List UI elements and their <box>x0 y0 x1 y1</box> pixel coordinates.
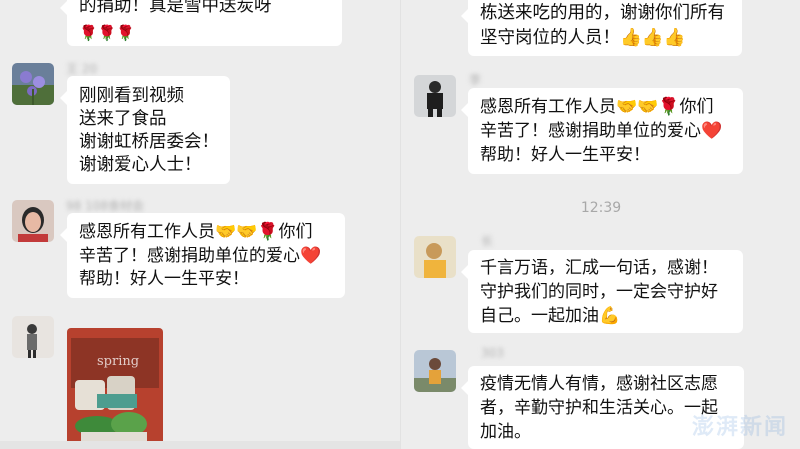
avatar[interactable] <box>12 63 54 105</box>
message-line: 坚守岗位的人员！👍👍👍 <box>480 28 686 48</box>
sender-name: 303 <box>481 346 504 360</box>
shared-photo[interactable]: spring <box>67 328 163 449</box>
message-line: 守护我们的同时，一定会守护好 <box>480 282 718 302</box>
scroll-bottom-bar <box>0 441 400 449</box>
message-line: 帮助！好人一生平安！ <box>79 269 249 289</box>
message-line: 谢谢爱心人士！ <box>79 155 202 175</box>
message-bubble[interactable]: 刚刚看到视频 送来了食品 谢谢虹桥居委会！ 谢谢爱心人士！ <box>60 76 230 184</box>
message-bubble[interactable]: 的捐助！真是雪中送炭呀 🌹🌹🌹 <box>60 0 342 46</box>
message-line: 帮助！好人一生平安！ <box>480 145 650 165</box>
avatar[interactable] <box>12 200 54 242</box>
avatar[interactable] <box>12 316 54 358</box>
message-line: 自己。一起加油💪 <box>480 306 621 326</box>
chat-column-right: 栋送来吃的用的，谢谢你们所有 坚守岗位的人员！👍👍👍 李 感恩所有工作人员🤝🤝🌹… <box>400 0 800 449</box>
message-line: 辛苦了！感谢捐助单位的爱心❤️ <box>480 121 723 141</box>
sender-name: 98 108食材会 <box>66 199 144 213</box>
message-line: 栋送来吃的用的，谢谢你们所有 <box>480 3 725 23</box>
message-line: 谢谢虹桥居委会！ <box>79 132 219 152</box>
message-bubble[interactable]: 感恩所有工作人员🤝🤝🌹你们 辛苦了！感谢捐助单位的爱心❤️ 帮助！好人一生平安！ <box>60 213 345 298</box>
message-line: 辛苦了！感谢捐助单位的爱心❤️ <box>79 245 322 266</box>
message-bubble[interactable]: 感恩所有工作人员🤝🤝🌹你们 辛苦了！感谢捐助单位的爱心❤️ 帮助！好人一生平安！ <box>461 88 743 174</box>
message-line: 千言万语，汇成一句话，感谢！ <box>480 258 718 278</box>
timestamp: 12:39 <box>580 200 622 216</box>
message-line: 刚刚看到视频 <box>79 86 184 106</box>
sender-name: 李 <box>469 73 482 87</box>
watermark-logo: 澎湃新闻 <box>691 415 788 440</box>
message-line: 感恩所有工作人员🤝🤝🌹你们 <box>79 222 313 242</box>
message-line: 送来了食品 <box>79 109 167 129</box>
avatar[interactable] <box>414 75 456 117</box>
photo-caption: spring <box>97 354 140 369</box>
message-line: 的捐助！真是雪中送炭呀 <box>79 0 272 16</box>
chat-column-left: 的捐助！真是雪中送炭呀 🌹🌹🌹 王 20 刚刚看到视频 送来了食品 谢谢虹桥居委… <box>0 0 400 449</box>
message-bubble[interactable]: 千言万语，汇成一句话，感谢！ 守护我们的同时，一定会守护好 自己。一起加油💪 <box>461 250 743 333</box>
sender-name: 长 <box>481 234 494 248</box>
avatar[interactable] <box>414 350 456 392</box>
sender-name: 王 20 <box>66 62 98 76</box>
message-bubble[interactable]: 栋送来吃的用的，谢谢你们所有 坚守岗位的人员！👍👍👍 <box>461 0 742 56</box>
message-line: 感恩所有工作人员🤝🤝🌹你们 <box>480 97 714 117</box>
message-line: 疫情无情人有情，感谢社区志愿 <box>480 374 718 394</box>
rose-emoji-line: 🌹🌹🌹 <box>79 24 136 42</box>
avatar[interactable] <box>414 236 456 278</box>
